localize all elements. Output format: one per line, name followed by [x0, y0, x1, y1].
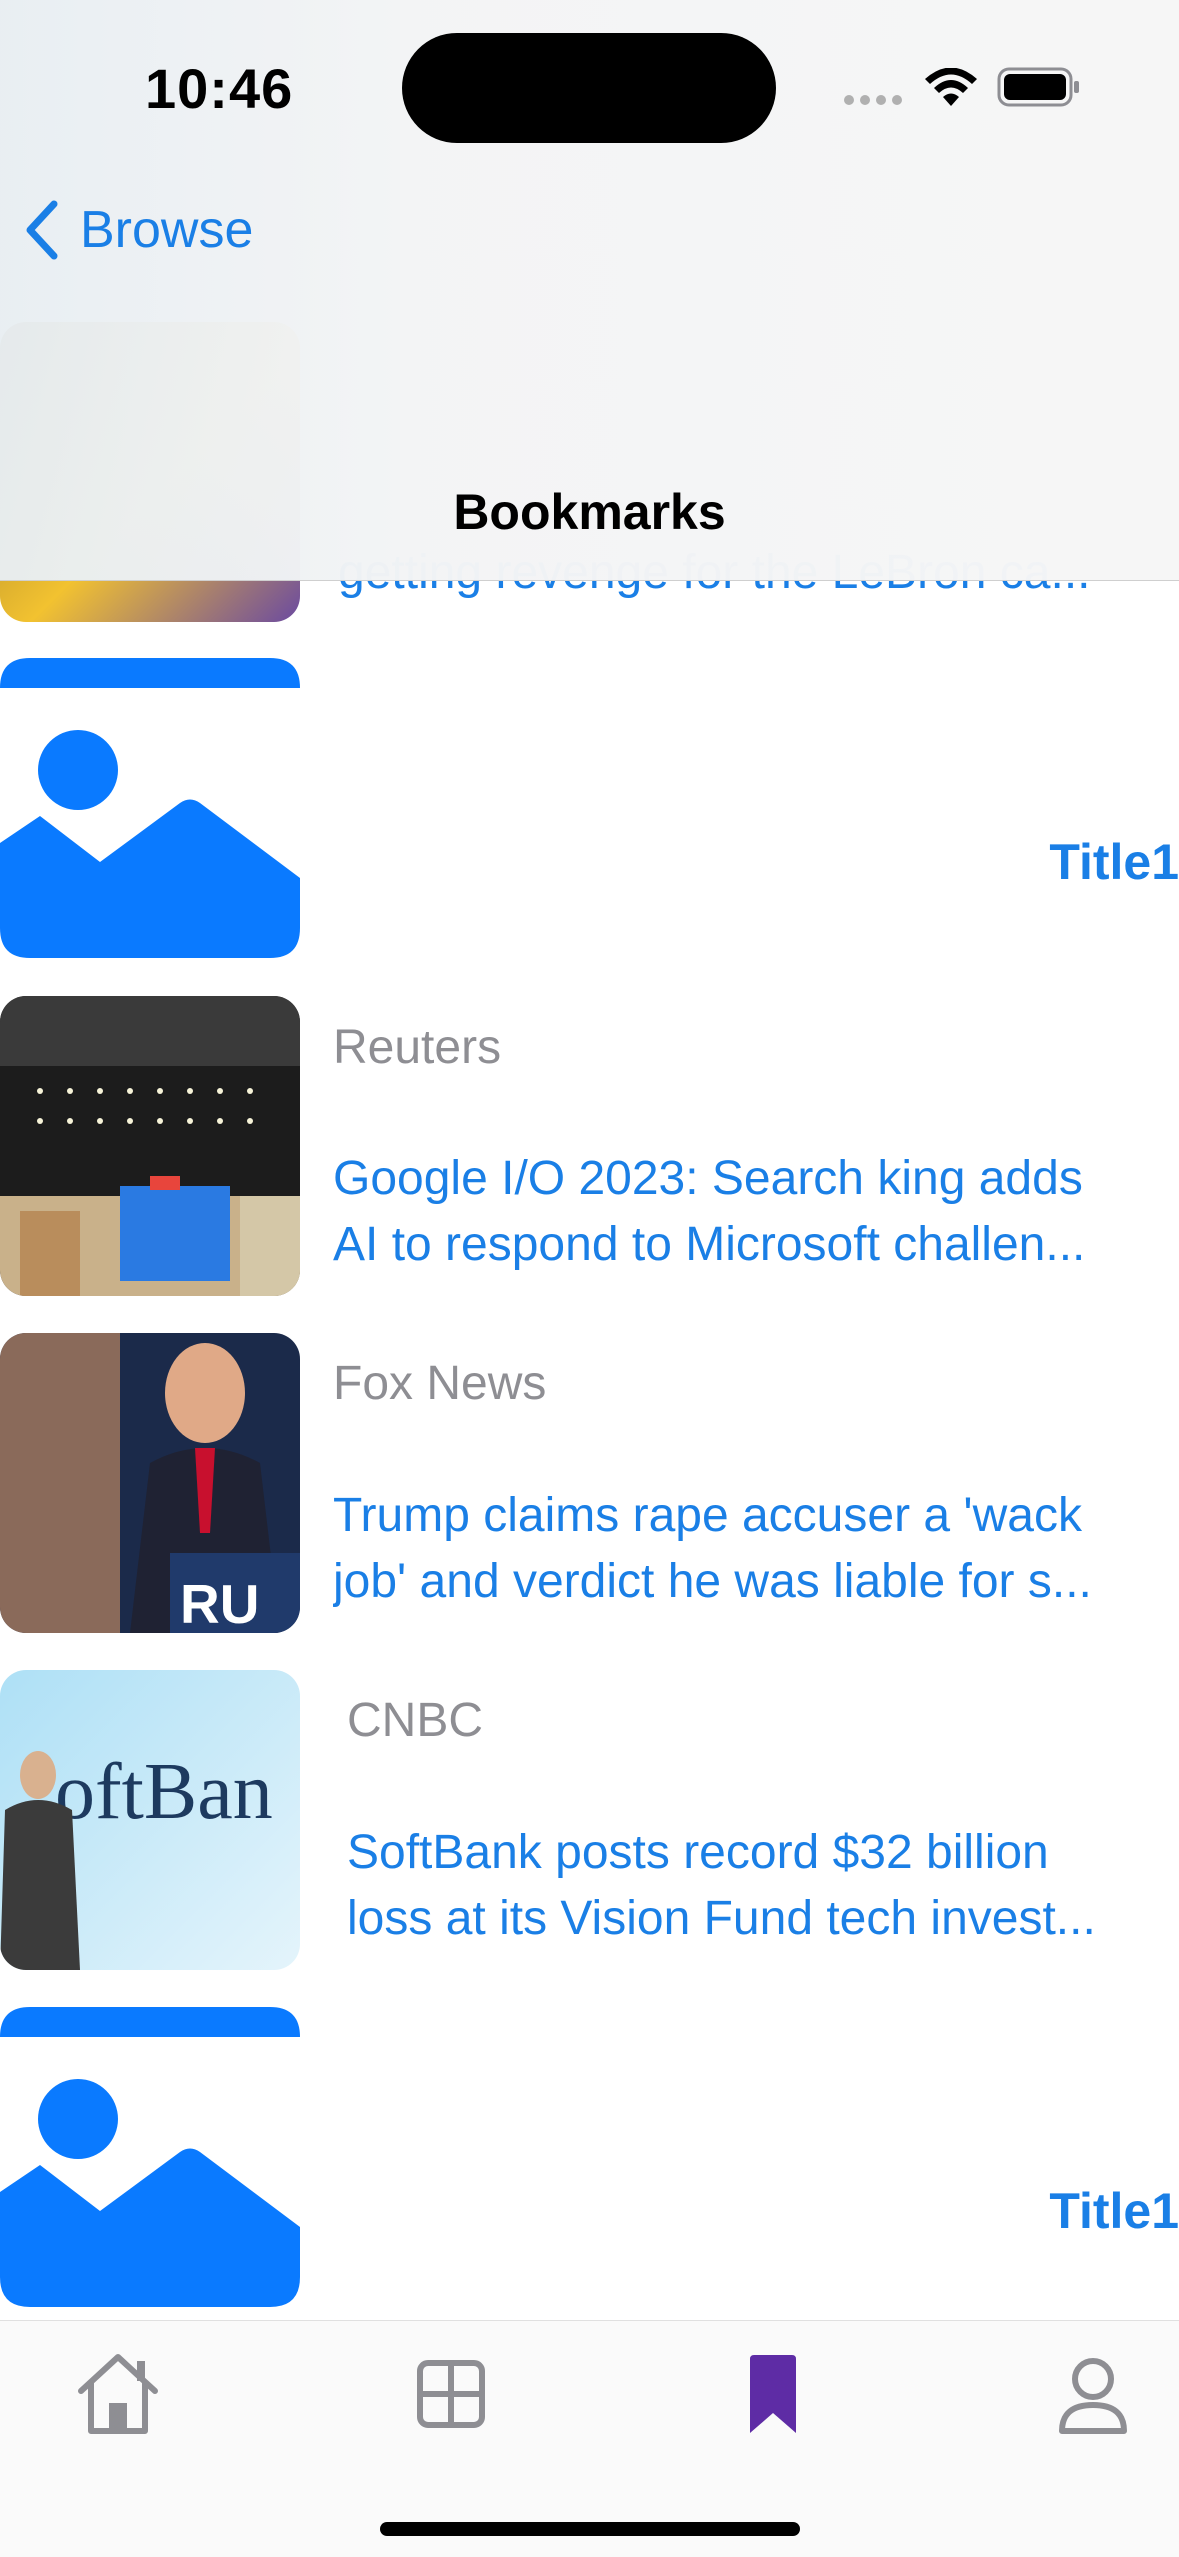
- cellular-signal-icon: [844, 95, 902, 105]
- back-button-label: Browse: [80, 201, 254, 259]
- article-source: Fox News: [333, 1357, 547, 1410]
- home-indicator: [380, 2522, 800, 2536]
- bookmark-icon: [750, 2355, 796, 2433]
- article-headline-line1: SoftBank posts record $32 billion: [347, 1826, 1049, 1879]
- placeholder-title: Title1: [1049, 834, 1179, 890]
- person-icon: [1059, 2358, 1127, 2434]
- back-button[interactable]: Browse: [22, 190, 253, 270]
- trump-rally-photo: RU: [0, 1333, 300, 1633]
- photo-placeholder-icon: [0, 658, 300, 958]
- placeholder-title: Title1: [1049, 2183, 1179, 2239]
- svg-text:oftBan: oftBan: [55, 1748, 273, 1836]
- article-source: CNBC: [347, 1694, 484, 1747]
- battery-icon: [997, 67, 1079, 107]
- page-title: Bookmarks: [453, 484, 726, 540]
- tab-bar: [0, 2320, 1179, 2557]
- chevron-left-icon: [26, 200, 58, 260]
- article-headline-line1: Trump claims rape accuser a 'wack: [333, 1489, 1082, 1542]
- house-icon: [78, 2354, 158, 2434]
- grid-icon: [417, 2360, 485, 2428]
- svg-text:RU: RU: [180, 1573, 259, 1633]
- tab-bookmarks[interactable]: [728, 2349, 818, 2439]
- article-headline-line2: loss at its Vision Fund tech invest...: [347, 1892, 1096, 1945]
- article-headline-line1: Google I/O 2023: Search king adds: [333, 1152, 1083, 1205]
- softbank-photo: oftBan: [0, 1670, 300, 1970]
- navigation-header: 10:46 Browse Bookmarks: [0, 0, 1179, 581]
- tab-profile[interactable]: [1048, 2349, 1138, 2439]
- google-io-stage-photo: [0, 996, 300, 1296]
- article-source: Reuters: [333, 1021, 502, 1074]
- article-headline-line2: AI to respond to Microsoft challen...: [333, 1218, 1086, 1271]
- status-time: 10:46: [145, 57, 294, 120]
- photo-placeholder-icon: [0, 2007, 300, 2307]
- tab-browse[interactable]: [406, 2349, 496, 2439]
- dynamic-island: [402, 33, 776, 143]
- wifi-icon: [925, 68, 977, 106]
- tab-home[interactable]: [73, 2349, 163, 2439]
- article-headline-line2: job' and verdict he was liable for s...: [333, 1555, 1092, 1608]
